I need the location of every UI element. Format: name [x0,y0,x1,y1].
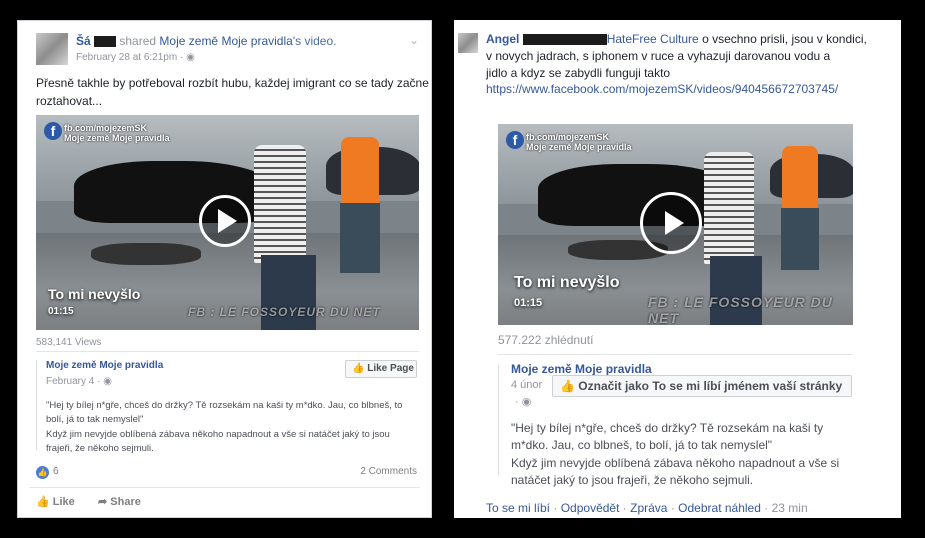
video-player[interactable]: f fb.com/mojezemSK Moje země Moje pravid… [36,115,419,330]
quote-line-3: Když jim nevyjde oblíbená zábava někoho … [511,456,840,470]
reply-link[interactable]: Odpovědět [561,501,620,515]
like-count[interactable]: 6 [53,466,59,477]
view-count: 583,141 Views [36,337,102,348]
separator-dot: · [764,501,769,515]
facebook-logo-icon: f [506,131,524,149]
post-text-line-2: roztahovat... [36,94,103,108]
redacted-name [94,36,117,48]
tagged-page-link[interactable]: HateFree Culture [607,32,699,46]
quote-line-2: bolí, já to tak nemyslel" [46,414,144,425]
view-count: 577.222 zhlédnutí [498,333,594,347]
thumbs-up-icon: 👍 [352,363,365,374]
comment-actions: To se mi líbí · Odpovědět · Zpráva · Ode… [486,501,808,515]
comment-line-1: Angel HateFree Culture o vsechno prisli,… [486,32,867,46]
quote-line-1: "Hej ty bílej n*gře, chceš do držky? Tě … [511,421,824,435]
remove-preview-link[interactable]: Odebrat náhled [678,501,761,515]
shared-page-link[interactable]: Moje země Moje pravidla [511,362,652,376]
post-timestamp[interactable]: February 28 at 6:21pm · ◉ [76,52,195,63]
message-link[interactable]: Zpráva [630,501,667,515]
video-duration: 01:15 [514,297,543,309]
shared-page-link[interactable]: Moje země Moje pravidla [46,360,163,371]
author-avatar[interactable] [36,33,68,65]
like-page-button[interactable]: 👍 Like Page [345,360,417,378]
shared-post-card: Šá shared Moje země Moje pravidla's vide… [17,20,432,518]
globe-icon: ◉ [103,376,112,387]
facebook-logo-icon: f [44,122,62,140]
video-player[interactable]: f fb.com/mojezemSK Moje země Moje pravid… [498,124,853,325]
chevron-down-icon[interactable]: ⌄ [409,33,419,47]
quote-line-4: frajeři, že někoho sejmuli. [46,443,154,454]
video-watermark-site: fb.com/mojezemSK [526,132,610,142]
comment-card: Angel HateFree Culture o vsechno prisli,… [454,20,901,518]
video-title: To mi nevyšlo [48,286,141,302]
quote-line-4: natáčet jaký to jsou frajeři, že někoho … [511,473,754,487]
shared-date[interactable]: February 4 · ◉ [46,376,112,387]
comment-time[interactable]: 23 min [772,501,808,515]
reactions-bar: 👍 6 2 Comments [36,465,419,481]
like-page-label: Like Page [367,363,414,374]
shared-attachment: Moje země Moje pravidla February 4 · ◉ 👍… [36,351,419,456]
globe-icon: ◉ [186,52,195,63]
shared-attachment: Moje země Moje pravidla 4 únor · ◉ 👍 Ozn… [498,354,853,490]
separator-dot: · [553,501,558,515]
redacted-name [522,34,607,46]
quote-line-3: Když jim nevyjde oblíbená zábava někoho … [46,429,390,440]
like-as-page-label: Označit jako To se mi líbí jménem vaší s… [578,379,843,393]
video-watermark-site: fb.com/mojezemSK [64,123,148,133]
post-text-line-1: Přesně takhle by potřeboval rozbít hubu,… [36,76,429,90]
commenter-name-link[interactable]: Angel [486,32,519,46]
comment-text-1: o vsechno prisli, jsou v kondici, [702,32,867,46]
play-button-icon[interactable] [199,195,251,247]
thumbs-up-icon: 👍 [36,496,50,508]
comments-count[interactable]: 2 Comments [360,466,417,477]
video-bottom-watermark: FB : LE FOSSOYEUR DU NET [188,305,381,319]
video-title: To mi nevyšlo [514,274,620,291]
page-name-link[interactable]: Moje země Moje pravidla [159,34,292,48]
video-bottom-watermark: FB : LE FOSSOYEUR DU NET [648,294,833,325]
play-button-icon[interactable] [640,192,702,254]
thumbs-up-icon: 👍 [560,379,575,393]
separator-dot: · [670,501,675,515]
shared-label: shared [119,34,157,48]
separator-dot: · [622,501,627,515]
globe-icon: · ◉ [515,396,532,408]
like-action-button[interactable]: 👍 Like [36,495,75,508]
share-action-button[interactable]: ➦ Share [98,495,141,508]
like-comment-link[interactable]: To se mi líbí [486,501,550,515]
quote-line-1: "Hej ty bílej n*gře, chceš do držky? Tě … [46,400,403,411]
like-as-page-button[interactable]: 👍 Označit jako To se mi líbí jménem vaší… [552,375,852,397]
like-reaction-icon[interactable]: 👍 [36,466,49,479]
video-watermark-name: Moje země Moje pravidla [526,142,632,152]
comment-text-3: jidlo a kdyz se zabydli funguji takto [486,66,671,80]
post-header: Šá shared Moje země Moje pravidla's vide… [76,34,336,48]
comment-video-link[interactable]: https://www.facebook.com/mojezemSK/video… [486,82,838,96]
shared-suffix: 's video. [292,34,337,48]
commenter-avatar[interactable] [458,33,478,53]
quote-line-2: m*dko. Jau, co blbneš, to bolí, já to ta… [511,438,773,452]
shared-date[interactable]: 4 únor [511,379,542,391]
share-arrow-icon: ➦ [98,496,108,508]
comment-text-2: v novych jadrach, s iphonem v ruce a vyh… [486,49,831,63]
video-watermark-name: Moje země Moje pravidla [64,133,170,143]
author-name-link[interactable]: Šá [76,34,91,48]
video-duration: 01:15 [48,306,74,317]
